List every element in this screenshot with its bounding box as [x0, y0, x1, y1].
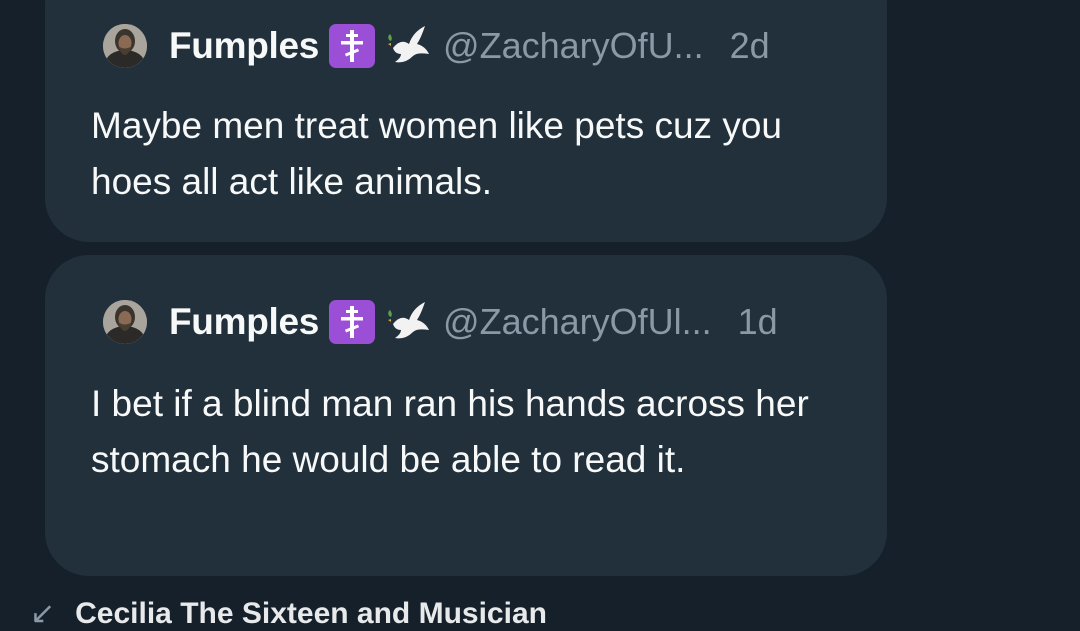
orthodox-cross-icon	[329, 300, 376, 344]
reply-header: Fumples @ZacharyOfU... 2d	[103, 18, 847, 74]
reply-context-row[interactable]: ↙ Cecilia The Sixteen and Musician	[30, 596, 547, 631]
display-name[interactable]: Fumples	[169, 301, 319, 343]
reply-text: I bet if a blind man ran his hands acros…	[91, 383, 809, 480]
dove-icon	[387, 300, 433, 344]
avatar[interactable]	[103, 24, 147, 68]
reply-text: Maybe men treat women like pets cuz you …	[91, 105, 782, 202]
timestamp[interactable]: 1d	[738, 301, 778, 343]
dove-icon	[387, 24, 433, 68]
display-name[interactable]: Fumples	[169, 25, 319, 67]
avatar[interactable]	[103, 300, 147, 344]
user-handle[interactable]: @ZacharyOfUl...	[443, 301, 712, 343]
user-handle[interactable]: @ZacharyOfU...	[443, 25, 704, 67]
orthodox-cross-icon	[329, 24, 376, 68]
reply-header: Fumples @ZacharyOfUl... 1d	[103, 294, 847, 350]
reply-arrow-icon: ↙	[30, 597, 56, 630]
timestamp[interactable]: 2d	[730, 25, 770, 67]
reply-card[interactable]: Fumples @ZacharyOfUl... 1d I bet if a bl…	[45, 255, 887, 576]
reply-card[interactable]: Fumples @ZacharyOfU... 2d Maybe men trea…	[45, 0, 887, 242]
reply-context-label: Cecilia The Sixteen and Musician	[75, 596, 547, 630]
